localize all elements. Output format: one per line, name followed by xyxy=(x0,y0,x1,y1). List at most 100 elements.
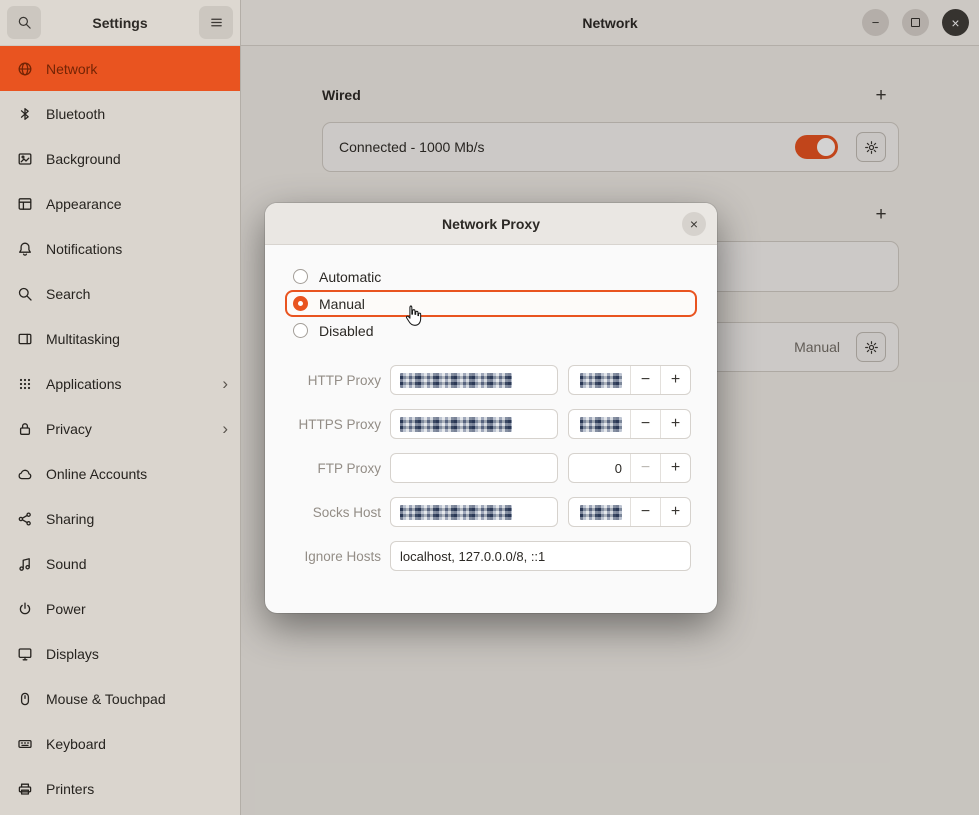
sidebar-item-label: Notifications xyxy=(46,241,122,257)
increment-button[interactable]: + xyxy=(660,498,690,526)
http-proxy-input[interactable] xyxy=(390,365,558,395)
sidebar-header: Settings xyxy=(0,0,240,46)
sidebar-item-mouse-touchpad[interactable]: Mouse & Touchpad xyxy=(0,676,240,721)
increment-button[interactable]: + xyxy=(660,454,690,482)
proxy-mode-disabled[interactable]: Disabled xyxy=(285,317,697,344)
sidebar-item-notifications[interactable]: Notifications xyxy=(0,226,240,271)
background-icon xyxy=(17,151,33,167)
mouse-icon xyxy=(17,691,33,707)
sidebar-item-sound[interactable]: Sound xyxy=(0,541,240,586)
sidebar-item-background[interactable]: Background xyxy=(0,136,240,181)
sidebar-item-label: Network xyxy=(46,61,97,77)
decrement-button[interactable]: − xyxy=(630,498,660,526)
bluetooth-icon xyxy=(17,106,33,122)
sidebar-title: Settings xyxy=(41,15,199,31)
form-row-ftp-proxy: FTP Proxy0−+ xyxy=(285,452,697,484)
radio-unchecked-icon xyxy=(293,269,308,284)
redacted-port-value xyxy=(580,373,622,388)
sidebar-item-privacy[interactable]: Privacy › xyxy=(0,406,240,451)
increment-button[interactable]: + xyxy=(660,410,690,438)
sidebar-item-multitasking[interactable]: Multitasking xyxy=(0,316,240,361)
power-icon xyxy=(17,601,33,617)
notifications-icon xyxy=(17,241,33,257)
option-label: Automatic xyxy=(319,269,381,285)
form-row-http-proxy: HTTP Proxy −+ xyxy=(285,364,697,396)
port-value: 0 xyxy=(615,461,622,476)
https-proxy-input[interactable] xyxy=(390,409,558,439)
sidebar-item-label: Printers xyxy=(46,781,94,797)
option-label: Disabled xyxy=(319,323,373,339)
decrement-button[interactable]: − xyxy=(630,366,660,394)
socks-host-port-spinner: −+ xyxy=(568,497,691,527)
settings-window: Settings Network Bluetooth Background Appea… xyxy=(0,0,979,815)
sidebar-item-label: Bluetooth xyxy=(46,106,105,122)
radio-checked-icon xyxy=(293,296,308,311)
sidebar-item-label: Sharing xyxy=(46,511,94,527)
increment-button[interactable]: + xyxy=(660,366,690,394)
displays-icon xyxy=(17,646,33,662)
sidebar-item-applications[interactable]: Applications › xyxy=(0,361,240,406)
sidebar-item-label: Applications xyxy=(46,376,122,392)
chevron-right-icon: › xyxy=(222,420,228,437)
online-accounts-icon xyxy=(17,466,33,482)
redacted-host-value xyxy=(400,373,512,388)
redacted-host-value xyxy=(400,417,512,432)
decrement-button[interactable]: − xyxy=(630,410,660,438)
redacted-host-value xyxy=(400,505,512,520)
sidebar-item-bluetooth[interactable]: Bluetooth xyxy=(0,91,240,136)
dialog-close-button[interactable]: × xyxy=(682,212,706,236)
sidebar-item-label: Privacy xyxy=(46,421,92,437)
proxy-form: HTTP Proxy−+HTTPS Proxy−+FTP Proxy0−+Soc… xyxy=(285,364,697,572)
network-proxy-dialog: Network Proxy × AutomaticManualDisabled … xyxy=(265,203,717,613)
sidebar-item-label: Sound xyxy=(46,556,86,572)
hamburger-icon xyxy=(209,15,224,30)
dialog-header: Network Proxy × xyxy=(265,203,717,245)
sidebar-item-label: Background xyxy=(46,151,121,167)
redacted-port-value xyxy=(580,505,622,520)
https-proxy-port-spinner: −+ xyxy=(568,409,691,439)
form-row-ignore-hosts: Ignore Hosts localhost, 127.0.0.0/8, ::1 xyxy=(285,540,697,572)
sidebar-item-keyboard[interactable]: Keyboard xyxy=(0,721,240,766)
sidebar-item-label: Multitasking xyxy=(46,331,120,347)
applications-icon xyxy=(17,376,33,392)
sidebar-item-network[interactable]: Network xyxy=(0,46,240,91)
field-label: HTTPS Proxy xyxy=(285,417,381,432)
entry-value: localhost, 127.0.0.0/8, ::1 xyxy=(400,549,545,564)
ignore-hosts-input[interactable]: localhost, 127.0.0.0/8, ::1 xyxy=(390,541,691,571)
content-pane: Network − × Wired + Connected - 1000 Mb/… xyxy=(241,0,979,815)
option-label: Manual xyxy=(319,296,365,312)
sidebar-item-label: Displays xyxy=(46,646,99,662)
multitasking-icon xyxy=(17,331,33,347)
keyboard-icon xyxy=(17,736,33,752)
appearance-icon xyxy=(17,196,33,212)
sidebar: Settings Network Bluetooth Background Appea… xyxy=(0,0,241,815)
proxy-mode-automatic[interactable]: Automatic xyxy=(285,263,697,290)
dialog-body: AutomaticManualDisabled HTTP Proxy−+HTTP… xyxy=(265,245,717,572)
sidebar-item-label: Search xyxy=(46,286,90,302)
sidebar-item-label: Keyboard xyxy=(46,736,106,752)
ftp-proxy-input[interactable] xyxy=(390,453,558,483)
network-icon xyxy=(17,61,33,77)
printers-icon xyxy=(17,781,33,797)
menu-button[interactable] xyxy=(199,6,233,39)
chevron-right-icon: › xyxy=(222,375,228,392)
sidebar-item-label: Mouse & Touchpad xyxy=(46,691,166,707)
sidebar-item-printers[interactable]: Printers xyxy=(0,766,240,811)
sidebar-item-power[interactable]: Power xyxy=(0,586,240,631)
sidebar-item-online-accounts[interactable]: Online Accounts xyxy=(0,451,240,496)
socks-host-input[interactable] xyxy=(390,497,558,527)
sidebar-list: Network Bluetooth Background Appearance Noti… xyxy=(0,46,240,815)
search-button[interactable] xyxy=(7,6,41,39)
sidebar-item-displays[interactable]: Displays xyxy=(0,631,240,676)
radio-unchecked-icon xyxy=(293,323,308,338)
decrement-button[interactable]: − xyxy=(630,454,660,482)
field-label: Ignore Hosts xyxy=(285,549,381,564)
sidebar-item-sharing[interactable]: Sharing xyxy=(0,496,240,541)
sharing-icon xyxy=(17,511,33,527)
http-proxy-port-spinner: −+ xyxy=(568,365,691,395)
sidebar-item-label: Appearance xyxy=(46,196,122,212)
sidebar-item-search[interactable]: Search xyxy=(0,271,240,316)
proxy-mode-manual[interactable]: Manual xyxy=(285,290,697,317)
field-label: HTTP Proxy xyxy=(285,373,381,388)
sidebar-item-appearance[interactable]: Appearance xyxy=(0,181,240,226)
